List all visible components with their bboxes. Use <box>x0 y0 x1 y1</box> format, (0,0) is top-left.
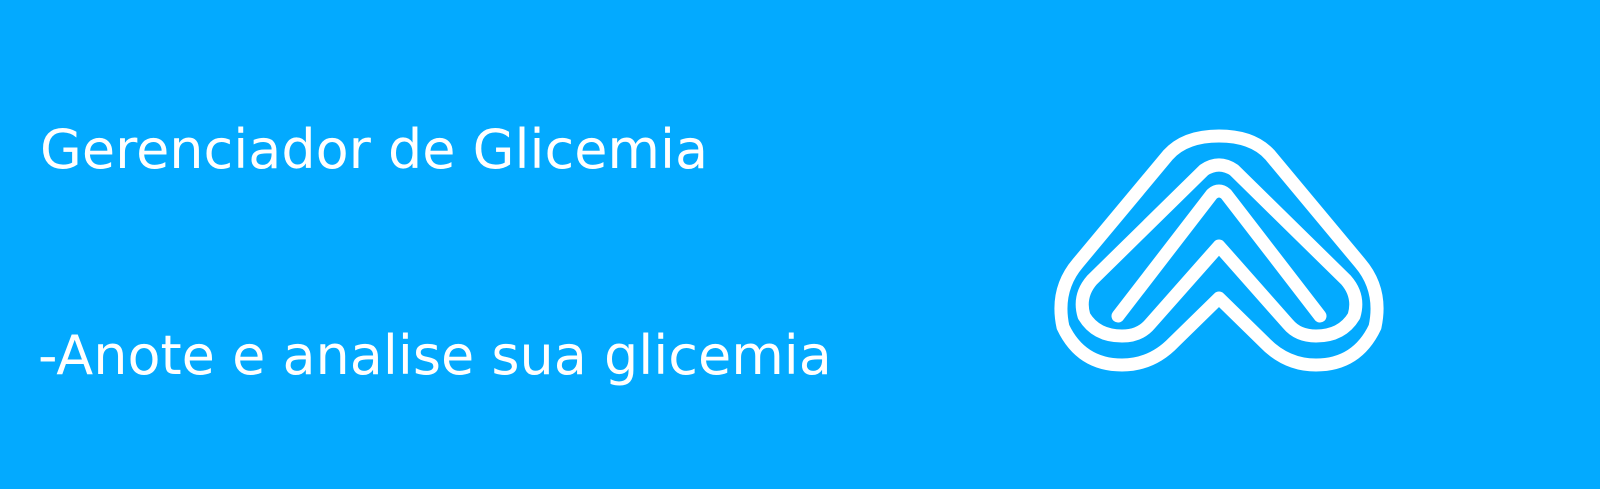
app-tagline: -Anote e analise sua glicemia <box>38 324 832 387</box>
app-title: Gerenciador de Glicemia <box>40 118 709 181</box>
chevron-up-rings-icon <box>1054 129 1384 372</box>
app-banner: Gerenciador de Glicemia -Anote e analise… <box>0 0 1600 489</box>
